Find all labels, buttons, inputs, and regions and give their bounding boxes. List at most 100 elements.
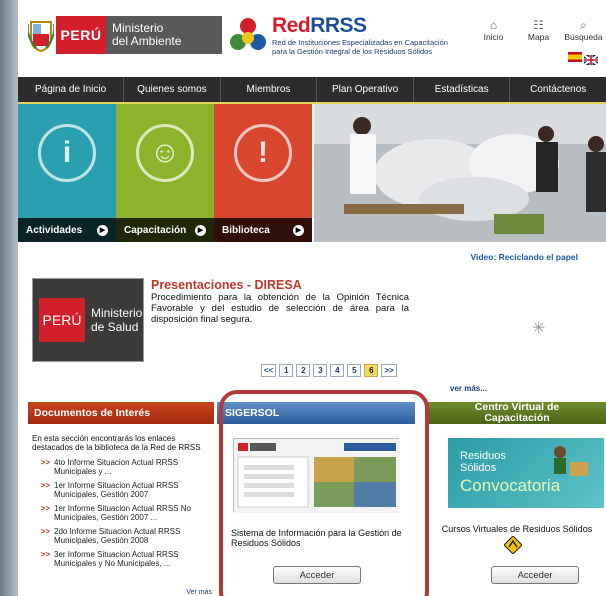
sigersol-description: Sistema de Información para la Gestión d… xyxy=(231,528,402,548)
list-item[interactable]: >> 1er Informe Situacion Actual RRSS Muni… xyxy=(28,481,214,499)
site-header: PERÚ Ministerio del Ambiente RedRRSS Red… xyxy=(18,0,606,72)
worker-illustration-icon xyxy=(554,446,588,476)
pager-page-3[interactable]: 3 xyxy=(313,364,328,377)
bullet-icon: >> xyxy=(40,481,50,490)
centro-virtual-acceder-button[interactable]: Acceder xyxy=(491,566,579,584)
banner: i Actividades ▶ ☺ Capacitación ▶ ! Bibli… xyxy=(18,104,606,242)
rrss-sub-line1: Red de Instituciones Especializadas en C… xyxy=(272,38,448,47)
documents-intro: En esta sección encontrarás los enlaces … xyxy=(32,434,201,452)
documents-more-link[interactable]: Ver más xyxy=(186,589,212,596)
nav-item-quienes-somos[interactable]: Quienes somos xyxy=(124,77,221,102)
document-link[interactable]: 4to Informe Situacion Actual RRSS Munici… xyxy=(54,458,214,476)
bullet-icon: >> xyxy=(40,527,50,536)
page-background xyxy=(0,0,20,596)
tile-label: Biblioteca xyxy=(222,224,270,236)
nav-item-contactenos[interactable]: Contáctenos xyxy=(510,77,606,102)
minsa-name: Ministerio de Salud xyxy=(85,306,142,334)
rrss-title: RedRRSS xyxy=(272,14,367,38)
document-link[interactable]: 3er Informe Situacion Actual RRSS Munici… xyxy=(54,550,214,568)
rrss-title-red: Red xyxy=(272,14,311,37)
nav-item-miembros[interactable]: Miembros xyxy=(221,77,318,102)
language-flags xyxy=(568,52,599,66)
list-item[interactable]: >> 2do Informe Situacion Actual RRSS Muni… xyxy=(28,527,214,545)
document-link[interactable]: 1er Informe Situacion Actual RRSS Munici… xyxy=(54,481,214,499)
pager-page-6[interactable]: 6 xyxy=(364,364,379,377)
presentation-text: Procedimiento para la obtención de la Op… xyxy=(151,292,409,325)
tile-biblioteca[interactable]: ! Biblioteca ▶ xyxy=(214,104,312,242)
main-nav: Página de Inicio Quienes somos Miembros … xyxy=(18,77,606,104)
centro-virtual-panel: Centro Virtual de Capacitación Residuos … xyxy=(428,402,606,596)
tile-actividades[interactable]: i Actividades ▶ xyxy=(18,104,116,242)
home-icon: ⌂ xyxy=(489,18,498,32)
warning-diamond-icon xyxy=(503,535,523,555)
document-link[interactable]: 2do Informe Situacion Actual RRSS Munici… xyxy=(54,527,214,545)
bullet-icon: >> xyxy=(40,504,50,513)
sigersol-title: SIGERSOL xyxy=(217,402,415,424)
top-link-mapa[interactable]: ☷ Mapa xyxy=(516,18,561,42)
uk-flag-icon[interactable] xyxy=(583,52,599,66)
top-links: ⌂ Inicio ☷ Mapa ⌕ Búsqueda xyxy=(471,18,606,42)
peru-shield-icon xyxy=(26,16,56,54)
pager-page-2[interactable]: 2 xyxy=(296,364,311,377)
sigersol-acceder-button[interactable]: Acceder xyxy=(273,566,361,584)
nav-item-estadisticas[interactable]: Estadísticas xyxy=(414,77,511,102)
rrss-sub-line2: para la Gestión Integral de los Residuos… xyxy=(272,47,433,56)
centro-title-line2: Capacitación xyxy=(484,412,550,424)
pager-page-4[interactable]: 4 xyxy=(330,364,345,377)
ministry-line2: del Ambiente xyxy=(112,34,182,48)
info-icon: i xyxy=(38,124,96,182)
minsa-logo[interactable]: PERÚ Ministerio de Salud xyxy=(32,278,144,362)
recycling-photo[interactable] xyxy=(314,104,606,242)
top-link-label: Mapa xyxy=(527,32,550,42)
tile-label: Capacitación xyxy=(124,224,187,236)
top-link-inicio[interactable]: ⌂ Inicio xyxy=(471,18,516,42)
documents-list: >> 4to Informe Situacion Actual RRSS Muni… xyxy=(28,458,214,568)
top-link-label: Búsqueda xyxy=(564,32,603,42)
pagination: << 1 2 3 4 5 6 >> xyxy=(261,364,397,377)
cv-banner-line1: Residuos xyxy=(460,450,506,462)
smiley-icon: ☺ xyxy=(136,124,194,182)
bullet-icon: >> xyxy=(40,458,50,467)
centro-virtual-title: Centro Virtual de Capacitación xyxy=(428,402,606,424)
ministry-name: Ministerio del Ambiente xyxy=(106,16,222,54)
pager-prev[interactable]: << xyxy=(261,364,277,377)
nav-item-plan-operativo[interactable]: Plan Operativo xyxy=(317,77,414,102)
sigersol-panel: SIGERSOL Sistema de Información para la … xyxy=(217,402,415,596)
arrow-right-icon: ▶ xyxy=(195,224,206,236)
spain-flag-icon[interactable] xyxy=(568,52,582,62)
pager-page-5[interactable]: 5 xyxy=(347,364,362,377)
presentation-title[interactable]: Presentaciones - DIRESA xyxy=(151,278,302,292)
red-rrss-logo[interactable]: RedRRSS Red de Instituciones Especializa… xyxy=(230,14,470,56)
alert-icon: ! xyxy=(234,124,292,182)
minsa-line1: Ministerio xyxy=(91,306,143,320)
peru-label: PERÚ xyxy=(56,16,106,54)
ver-mas-link[interactable]: ver más... xyxy=(450,384,487,393)
document-link[interactable]: 1er Informe Situacion Actual RRSS No Mun… xyxy=(54,504,214,522)
list-item[interactable]: >> 1er Informe Situacion Actual RRSS No M… xyxy=(28,504,214,522)
pager-page-1[interactable]: 1 xyxy=(279,364,294,377)
list-item[interactable]: >> 4to Informe Situacion Actual RRSS Muni… xyxy=(28,458,214,476)
tile-label: Actividades xyxy=(26,224,83,236)
top-link-busqueda[interactable]: ⌕ Búsqueda xyxy=(561,18,606,42)
minam-logo[interactable]: PERÚ Ministerio del Ambiente xyxy=(26,16,222,54)
bullet-icon: >> xyxy=(40,550,50,559)
recycle-icon xyxy=(230,16,266,56)
loading-spinner-icon: ✳ xyxy=(532,320,546,337)
top-link-label: Inicio xyxy=(483,32,504,42)
rrss-title-blue: RRSS xyxy=(310,14,367,37)
web-page: PERÚ Ministerio del Ambiente RedRRSS Red… xyxy=(18,0,606,596)
convocatoria-banner[interactable]: Residuos Sólidos Convocatoria xyxy=(448,438,604,508)
video-link[interactable]: Video: Reciclando el papel xyxy=(470,252,578,262)
centro-virtual-description: Cursos Virtuales de Residuos Sólidos xyxy=(441,524,593,534)
minsa-peru-label: PERÚ xyxy=(39,298,85,342)
sitemap-icon: ☷ xyxy=(533,18,544,32)
minsa-line2: de Salud xyxy=(91,320,139,334)
cv-banner-text: Residuos Sólidos xyxy=(460,450,506,474)
list-item[interactable]: >> 3er Informe Situacion Actual RRSS Muni… xyxy=(28,550,214,568)
tile-bar: Actividades ▶ xyxy=(18,218,116,242)
tile-capacitacion[interactable]: ☺ Capacitación ▶ xyxy=(116,104,214,242)
sigersol-screenshot[interactable] xyxy=(233,438,400,513)
pager-next[interactable]: >> xyxy=(381,364,397,377)
documents-panel: Documentos de Interés En esta sección en… xyxy=(28,402,214,596)
nav-item-inicio[interactable]: Página de Inicio xyxy=(18,77,125,102)
